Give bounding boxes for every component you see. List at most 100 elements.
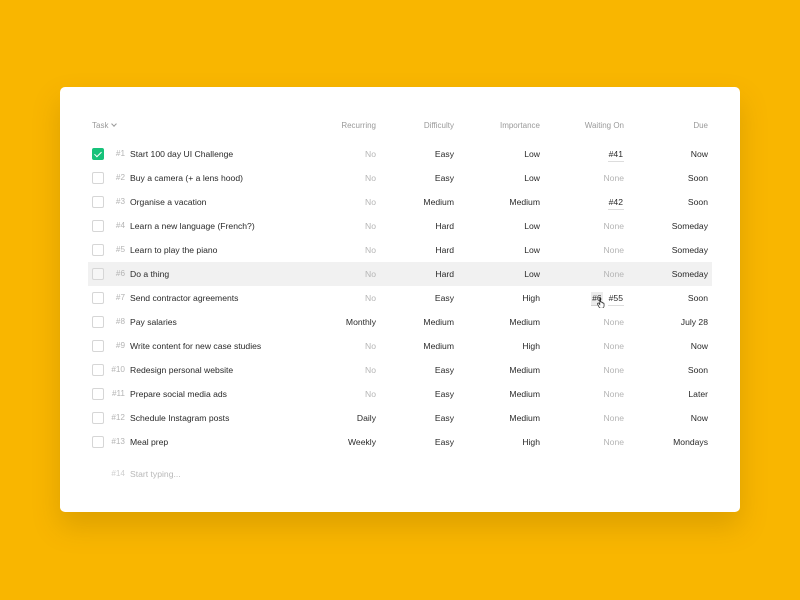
recurring-cell[interactable]: Weekly	[348, 430, 376, 454]
task-name[interactable]: Meal prep	[130, 430, 168, 454]
checkbox[interactable]	[92, 244, 104, 256]
checkbox-checked[interactable]	[92, 148, 104, 160]
difficulty-cell[interactable]: Medium	[423, 310, 454, 334]
due-cell[interactable]: Someday	[672, 214, 708, 238]
difficulty-cell[interactable]: Easy	[435, 166, 454, 190]
task-name[interactable]: Prepare social media ads	[130, 382, 227, 406]
recurring-cell[interactable]: No	[365, 382, 376, 406]
table-row[interactable]: #11 Prepare social media ads No Easy Medium N…	[88, 382, 712, 406]
recurring-cell[interactable]: No	[365, 166, 376, 190]
task-name[interactable]: Learn a new language (French?)	[130, 214, 255, 238]
importance-cell[interactable]: Medium	[509, 406, 540, 430]
recurring-cell[interactable]: Monthly	[346, 310, 376, 334]
difficulty-cell[interactable]: Hard	[435, 238, 454, 262]
checkbox[interactable]	[92, 412, 104, 424]
difficulty-cell[interactable]: Easy	[435, 406, 454, 430]
task-name[interactable]: Schedule Instagram posts	[130, 406, 229, 430]
due-cell[interactable]: Someday	[672, 238, 708, 262]
importance-cell[interactable]: Medium	[509, 190, 540, 214]
recurring-cell[interactable]: No	[365, 142, 376, 166]
due-cell[interactable]: Now	[691, 406, 708, 430]
difficulty-cell[interactable]: Medium	[423, 190, 454, 214]
task-name[interactable]: Organise a vacation	[130, 190, 206, 214]
table-row[interactable]: #1 Start 100 day UI Challenge No Easy Low #41…	[88, 142, 712, 166]
importance-cell[interactable]: Medium	[509, 382, 540, 406]
task-name[interactable]: Pay salaries	[130, 310, 177, 334]
recurring-cell[interactable]: No	[365, 190, 376, 214]
checkbox[interactable]	[92, 268, 104, 280]
checkbox[interactable]	[92, 436, 104, 448]
waiting-on-cell[interactable]: None	[603, 310, 624, 334]
recurring-cell[interactable]: No	[365, 262, 376, 286]
difficulty-cell[interactable]: Hard	[435, 262, 454, 286]
due-cell[interactable]: Now	[691, 142, 708, 166]
importance-cell[interactable]: High	[522, 334, 540, 358]
waiting-on-cell[interactable]: None	[603, 430, 624, 454]
task-name[interactable]: Send contractor agreements	[130, 286, 238, 310]
difficulty-cell[interactable]: Medium	[423, 334, 454, 358]
table-row[interactable]: #9 Write content for new case studies No Me…	[88, 334, 712, 358]
due-cell[interactable]: Later	[688, 382, 708, 406]
due-cell[interactable]: Soon	[688, 190, 708, 214]
importance-cell[interactable]: Medium	[509, 310, 540, 334]
recurring-cell[interactable]: No	[365, 214, 376, 238]
checkbox[interactable]	[92, 196, 104, 208]
task-name[interactable]: Learn to play the piano	[130, 238, 217, 262]
recurring-cell[interactable]: No	[365, 358, 376, 382]
checkbox[interactable]	[92, 364, 104, 376]
task-name[interactable]: Start 100 day UI Challenge	[130, 142, 233, 166]
waiting-on-cell[interactable]: #41	[607, 142, 624, 166]
importance-cell[interactable]: High	[522, 286, 540, 310]
column-header-task[interactable]: Task	[92, 114, 118, 138]
waiting-on-reference[interactable]: #41	[607, 148, 624, 162]
recurring-cell[interactable]: No	[365, 238, 376, 262]
importance-cell[interactable]: Low	[524, 142, 540, 166]
table-row[interactable]: #5 Learn to play the piano No Hard Low None So…	[88, 238, 712, 262]
column-header-due[interactable]: Due	[693, 114, 708, 138]
checkbox[interactable]	[92, 220, 104, 232]
recurring-cell[interactable]: Daily	[357, 406, 376, 430]
task-name[interactable]: Do a thing	[130, 262, 169, 286]
checkbox[interactable]	[92, 316, 104, 328]
checkbox[interactable]	[92, 340, 104, 352]
checkbox[interactable]	[92, 388, 104, 400]
waiting-on-cell[interactable]: None	[603, 358, 624, 382]
difficulty-cell[interactable]: Easy	[435, 142, 454, 166]
due-cell[interactable]: Someday	[672, 262, 708, 286]
due-cell[interactable]: Mondays	[673, 430, 708, 454]
chevron-down-icon[interactable]	[111, 121, 118, 127]
due-cell[interactable]: Soon	[688, 166, 708, 190]
importance-cell[interactable]: Low	[524, 262, 540, 286]
waiting-on-cell[interactable]: None	[603, 382, 624, 406]
table-row[interactable]: #4 Learn a new language (French?) No Hard Lo…	[88, 214, 712, 238]
checkbox[interactable]	[92, 292, 104, 304]
waiting-on-cell[interactable]: None	[603, 334, 624, 358]
table-row[interactable]: #10 Redesign personal website No Easy Medium…	[88, 358, 712, 382]
due-cell[interactable]: Soon	[688, 286, 708, 310]
recurring-cell[interactable]: No	[365, 286, 376, 310]
difficulty-cell[interactable]: Easy	[435, 430, 454, 454]
task-name[interactable]: Redesign personal website	[130, 358, 233, 382]
table-row[interactable]: #3 Organise a vacation No Medium Medium #42 So…	[88, 190, 712, 214]
new-task-row[interactable]: #14 Start typing...	[88, 462, 712, 486]
table-row[interactable]: #2 Buy a camera (+ a lens hood) No Easy Low N…	[88, 166, 712, 190]
importance-cell[interactable]: Medium	[509, 358, 540, 382]
table-row[interactable]: #13 Meal prep Weekly Easy High None Mondays	[88, 430, 712, 454]
difficulty-cell[interactable]: Easy	[435, 358, 454, 382]
waiting-on-cell[interactable]: #42	[607, 190, 624, 214]
importance-cell[interactable]: Low	[524, 166, 540, 190]
waiting-on-cell[interactable]: None	[603, 238, 624, 262]
table-row[interactable]: #7 Send contractor agreements No Easy High #6…	[88, 286, 712, 310]
waiting-on-reference[interactable]: #55	[607, 292, 624, 306]
difficulty-cell[interactable]: Easy	[435, 286, 454, 310]
new-task-input[interactable]: Start typing...	[130, 462, 181, 486]
waiting-on-cell[interactable]: None	[603, 406, 624, 430]
waiting-on-cell[interactable]: None	[603, 214, 624, 238]
difficulty-cell[interactable]: Easy	[435, 382, 454, 406]
table-row[interactable]: #12 Schedule Instagram posts Daily Easy Medi…	[88, 406, 712, 430]
task-name[interactable]: Write content for new case studies	[130, 334, 261, 358]
column-header-difficulty[interactable]: Difficulty	[424, 114, 454, 138]
waiting-on-cell[interactable]: None	[603, 262, 624, 286]
task-name[interactable]: Buy a camera (+ a lens hood)	[130, 166, 243, 190]
due-cell[interactable]: Soon	[688, 358, 708, 382]
